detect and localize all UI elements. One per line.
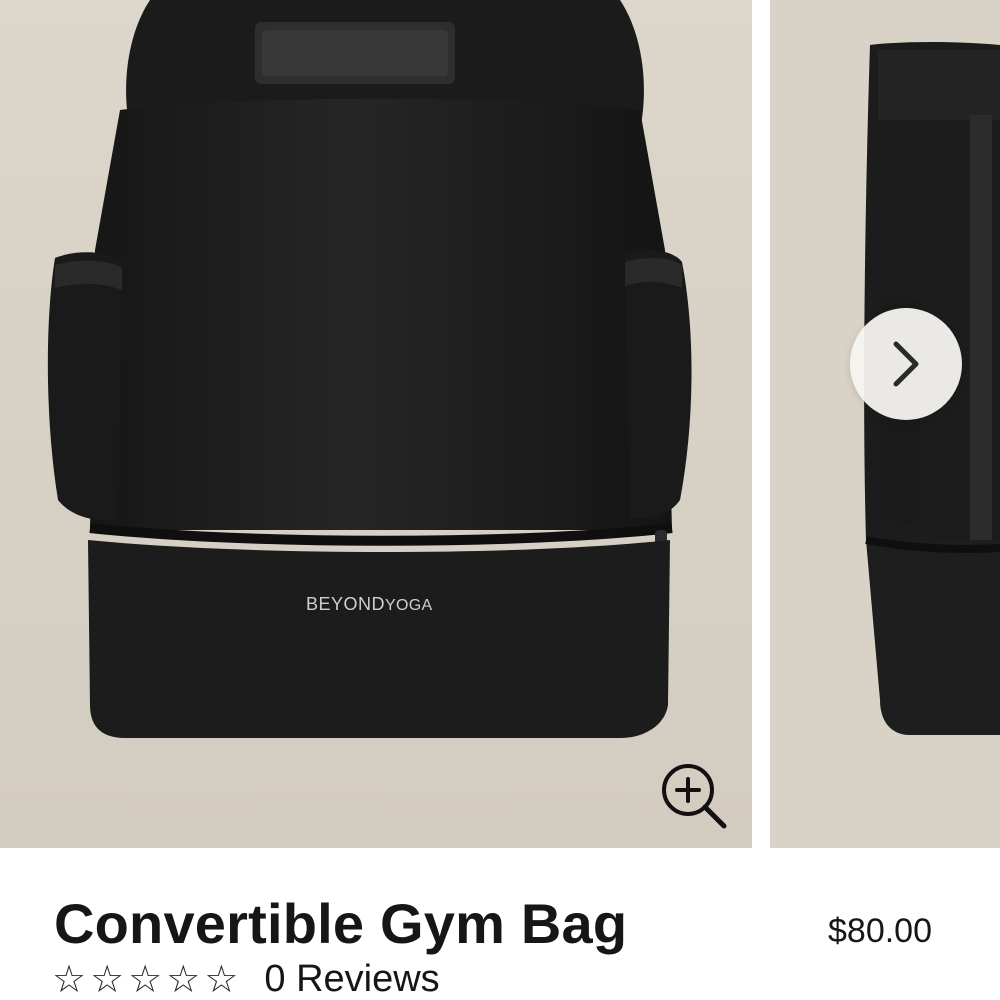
product-price: $80.00 — [828, 912, 932, 950]
star-icon: ☆ — [128, 957, 163, 1000]
rating-stars: ☆ ☆ ☆ ☆ ☆ — [52, 960, 238, 998]
star-icon: ☆ — [52, 957, 87, 1000]
product-rating[interactable]: ☆ ☆ ☆ ☆ ☆ 0 Reviews — [52, 958, 440, 1000]
chevron-right-icon — [893, 341, 919, 387]
star-icon: ☆ — [204, 957, 239, 1000]
star-icon: ☆ — [166, 957, 201, 1000]
reviews-link[interactable]: 0 Reviews — [264, 960, 439, 998]
zoom-in-icon[interactable] — [658, 760, 730, 832]
gym-bag-side-photo — [770, 0, 1000, 848]
product-image-gallery[interactable]: BEYONDYOGA — [0, 0, 1000, 848]
product-image-main[interactable]: BEYONDYOGA — [0, 0, 752, 848]
star-icon: ☆ — [90, 957, 125, 1000]
gym-bag-photo — [0, 0, 752, 848]
product-image-next[interactable] — [770, 0, 1000, 848]
brand-logo: BEYONDYOGA — [306, 594, 433, 614]
next-image-button[interactable] — [850, 308, 962, 420]
product-title: Convertible Gym Bag — [54, 892, 628, 955]
